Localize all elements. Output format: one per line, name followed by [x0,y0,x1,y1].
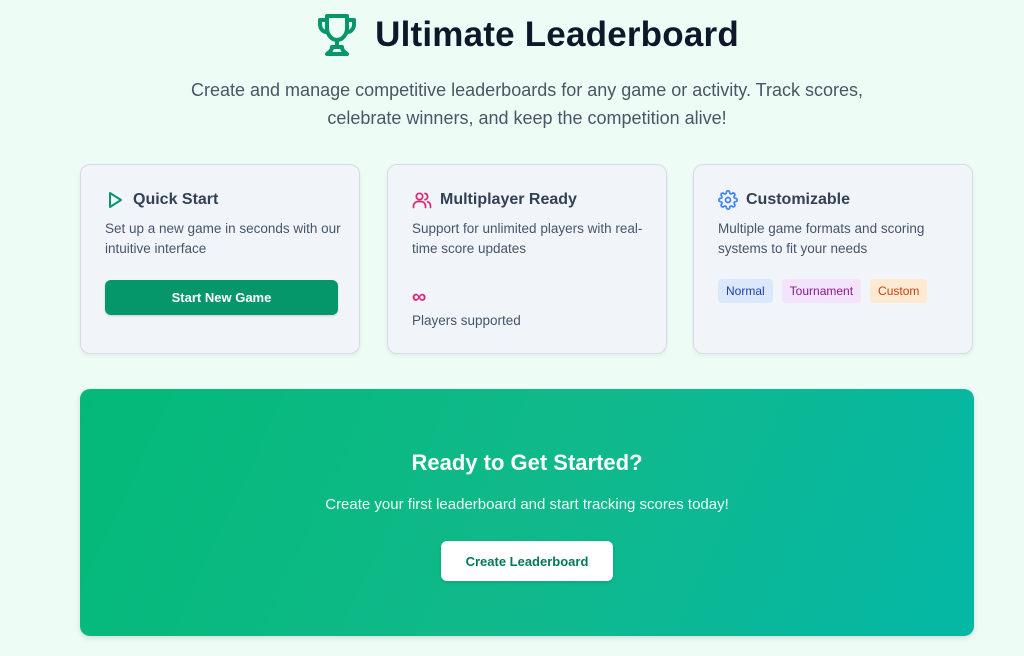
quick-start-title: Quick Start [133,191,219,208]
players-supported-label: Players supported [412,313,521,328]
trophy-icon [315,12,359,58]
quick-start-card: Quick Start Set up a new game in seconds… [80,164,360,354]
create-leaderboard-button[interactable]: Create Leaderboard [441,541,613,581]
play-icon [105,190,125,210]
badge-custom: Custom [870,279,928,303]
cta-title: Ready to Get Started? [411,450,643,475]
cta-description: Create your first leaderboard and start … [325,496,729,513]
start-new-game-button[interactable]: Start New Game [105,280,338,315]
multiplayer-card: Multiplayer Ready Support for unlimited … [387,164,667,354]
subtitle-line-1: Create and manage competitive leaderboar… [191,80,863,100]
users-icon [412,190,432,210]
quick-start-description: Set up a new game in seconds with our in… [105,221,341,256]
badge-normal: Normal [718,279,773,303]
landing-page: Ultimate Leaderboard Create and manage c… [0,0,1024,656]
game-format-badges: Normal Tournament Custom [718,279,928,303]
hero-header: Ultimate Leaderboard [0,12,1024,58]
customizable-card: Customizable Multiple game formats and s… [693,164,973,354]
multiplayer-description: Support for unlimited players with real-… [412,221,643,256]
customizable-description: Multiple game formats and scoring system… [718,221,925,256]
multiplayer-title: Multiplayer Ready [440,191,577,208]
infinity-stat: ∞ [412,286,427,308]
subtitle-line-2: celebrate winners, and keep the competit… [327,108,727,128]
get-started-banner: Ready to Get Started? Create your first … [80,389,974,636]
quick-start-header: Quick Start [105,189,335,211]
multiplayer-header: Multiplayer Ready [412,189,642,211]
badge-tournament: Tournament [781,279,862,303]
customizable-title: Customizable [746,191,851,208]
customizable-header: Customizable [718,189,948,211]
page-title: Ultimate Leaderboard [375,15,739,54]
page-subtitle: Create and manage competitive leaderboar… [0,76,1024,132]
gear-icon [718,190,738,210]
